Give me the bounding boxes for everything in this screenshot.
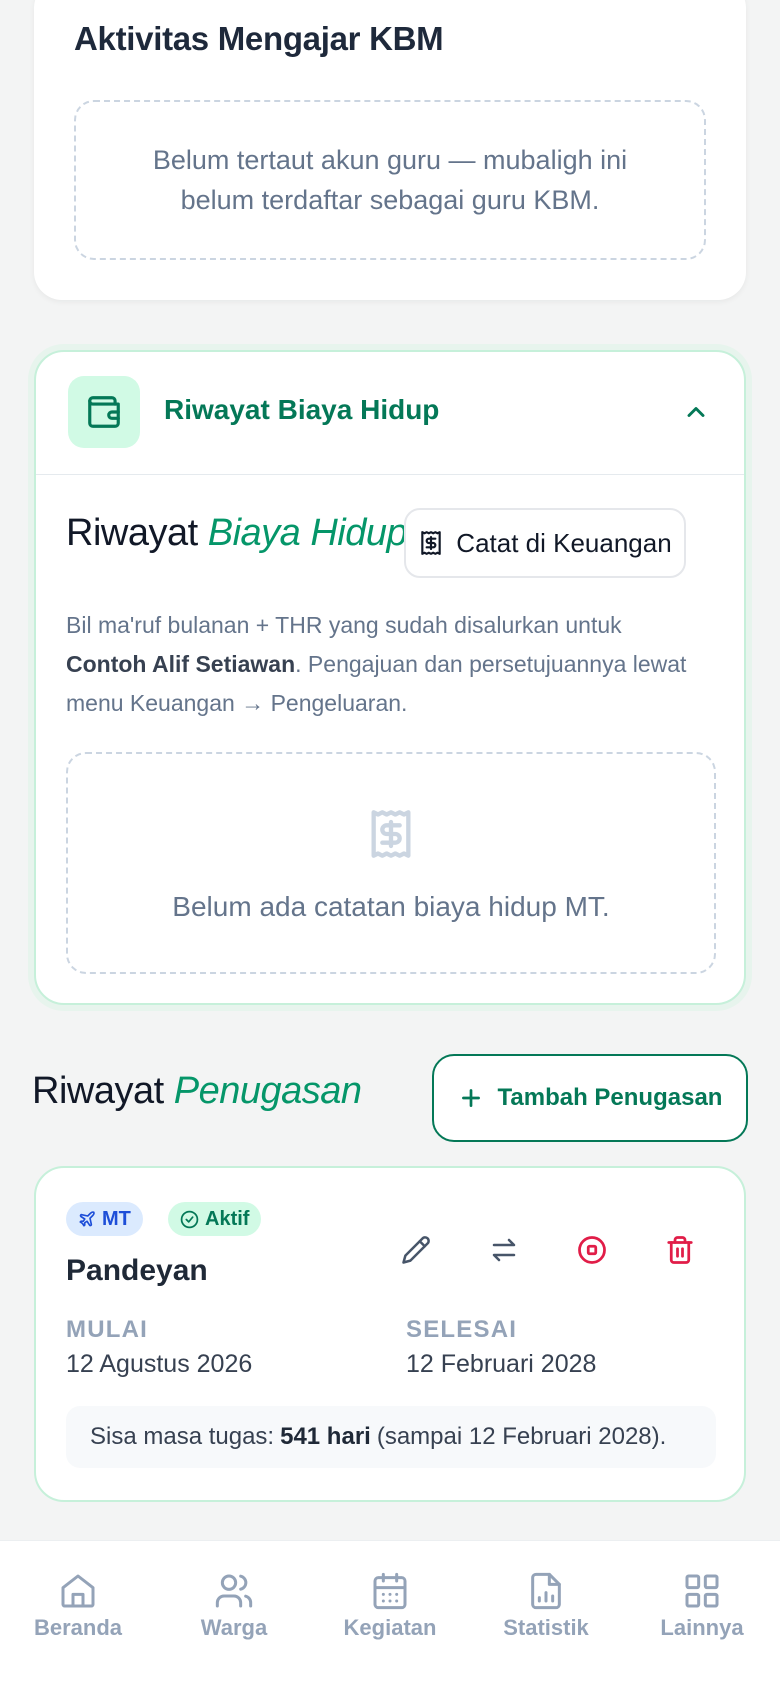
plus-icon xyxy=(461,1089,480,1107)
add-assignment-button[interactable]: Tambah Penugasan xyxy=(432,1054,748,1142)
nav-item-statistik[interactable]: Statistik xyxy=(468,1541,624,1689)
start-label: MULAI xyxy=(66,1316,148,1343)
check-circle-icon xyxy=(180,1210,199,1228)
wallet-icon xyxy=(68,376,140,448)
status-badge-label: Aktif xyxy=(205,1207,250,1230)
remaining-duration: Sisa masa tugas: 541 hari (sampai 12 Feb… xyxy=(66,1406,716,1468)
penugasan-title-accent: Penugasan xyxy=(173,1070,362,1112)
biaya-empty-state: Belum ada catatan biaya hidup MT. xyxy=(66,752,716,974)
transfer-icon[interactable] xyxy=(484,1230,524,1270)
delete-icon[interactable] xyxy=(660,1230,700,1270)
remaining-prefix: Sisa masa tugas: xyxy=(90,1423,275,1450)
nav-label-warga: Warga xyxy=(200,1615,268,1640)
receipt-icon xyxy=(421,531,442,555)
users-icon xyxy=(215,1574,253,1608)
biaya-description: Bil ma'ruf bulanan + THR yang sudah disa… xyxy=(66,606,696,723)
record-button-label: Catat di Keuangan xyxy=(456,527,672,558)
biaya-section-title: Riwayat Biaya Hidup xyxy=(66,512,408,555)
desc-person-name: Contoh Alif Setiawan xyxy=(66,651,296,677)
nav-label-statistik: Statistik xyxy=(503,1615,589,1640)
remaining-suffix: (sampai 12 Februari 2028). xyxy=(376,1423,667,1450)
kbm-empty-state: Belum tertaut akun guru — mubaligh ini b… xyxy=(74,100,706,260)
stop-icon[interactable] xyxy=(572,1230,612,1270)
nav-label-lainnya: Lainnya xyxy=(660,1615,744,1640)
add-assignment-label: Tambah Penugasan xyxy=(497,1084,723,1111)
calendar-icon xyxy=(373,1572,407,1610)
remaining-days: 541 hari xyxy=(280,1423,371,1450)
edit-icon[interactable] xyxy=(396,1230,436,1270)
nav-item-warga[interactable]: Warga xyxy=(156,1541,312,1689)
chart-file-icon xyxy=(531,1572,561,1610)
plane-icon xyxy=(79,1211,95,1227)
kbm-empty-text: Belum tertaut akun guru — mubaligh ini b… xyxy=(152,145,628,215)
assignment-place: Pandeyan xyxy=(66,1254,208,1287)
receipt-icon xyxy=(371,810,411,858)
end-label: SELESAI xyxy=(406,1316,518,1343)
nav-item-lainnya[interactable]: Lainnya xyxy=(624,1541,780,1689)
biaya-empty-text: Belum ada catatan biaya hidup MT. xyxy=(172,891,610,922)
biaya-title-plain: Riwayat xyxy=(66,512,198,554)
biaya-header-title: Riwayat Biaya Hidup xyxy=(164,394,440,425)
record-in-finance-button[interactable]: Catat di Keuangan xyxy=(404,508,686,578)
nav-label-beranda: Beranda xyxy=(33,1615,123,1640)
nav-label-kegiatan: Kegiatan xyxy=(343,1615,437,1640)
kbm-title: Aktivitas Mengajar KBM xyxy=(74,20,444,57)
nav-item-beranda[interactable]: Beranda xyxy=(0,1541,156,1689)
chevron-up-icon[interactable] xyxy=(682,398,710,426)
penugasan-title-plain: Riwayat xyxy=(32,1070,164,1112)
start-value: 12 Agustus 2026 xyxy=(66,1350,253,1378)
biaya-accordion-header[interactable]: Riwayat Biaya Hidup xyxy=(36,352,744,475)
penugasan-section-title: Riwayat Penugasan xyxy=(32,1070,362,1113)
home-icon xyxy=(61,1574,95,1608)
grid-icon xyxy=(685,1574,719,1608)
status-badge: Aktif xyxy=(168,1202,262,1236)
biaya-card: Riwayat Biaya Hidup Riwayat Biaya Hidup … xyxy=(34,350,746,1005)
type-badge: MT xyxy=(66,1202,143,1236)
end-value: 12 Februari 2028 xyxy=(406,1350,597,1378)
nav-item-kegiatan[interactable]: Kegiatan xyxy=(312,1541,468,1689)
bottom-nav: Beranda Warga Kegiatan Statistik Lainnya xyxy=(0,1540,780,1689)
kbm-card: Aktivitas Mengajar KBM Belum tertaut aku… xyxy=(34,0,746,300)
type-badge-label: MT xyxy=(102,1207,131,1230)
desc-part-1: Bil ma'ruf bulanan + THR yang sudah disa… xyxy=(66,612,622,638)
assignment-card: MT Aktif Pandeyan MULAI 12 Agustus 2026 … xyxy=(34,1166,746,1502)
biaya-title-accent: Biaya Hidup xyxy=(207,512,408,554)
